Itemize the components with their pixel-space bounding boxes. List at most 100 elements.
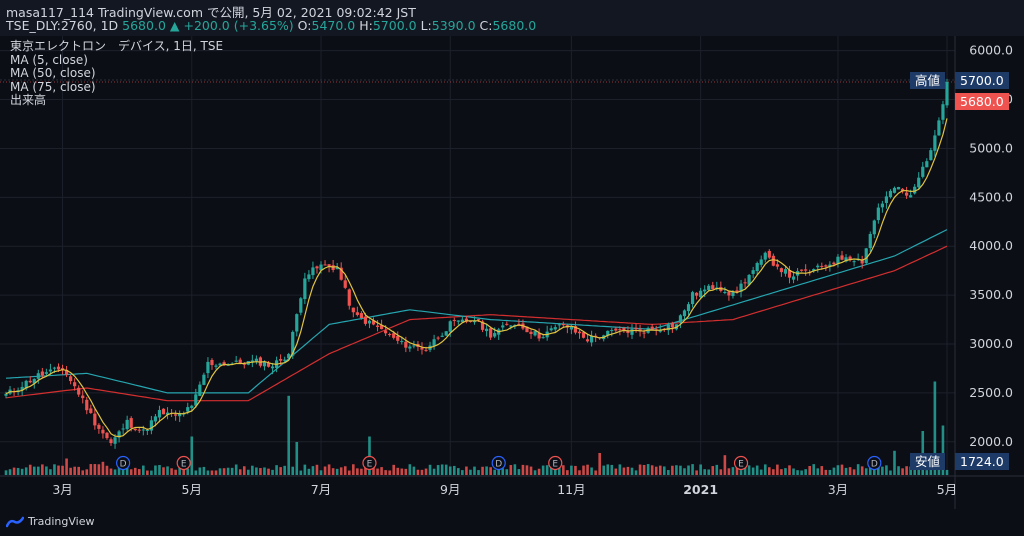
volume-bar [776,464,779,475]
volume-bar [198,467,202,475]
volume-bar [489,467,492,475]
volume-bar [283,465,286,475]
volume-bar [679,465,682,475]
legend-volume[interactable]: 出来高 [10,93,223,108]
legend-ma75[interactable]: MA (75, close) [10,80,223,95]
candle-body [303,278,307,300]
candle-body [109,439,113,444]
candle-body [493,333,497,337]
volume-bar [780,469,783,475]
candle-body [194,394,198,406]
candle-body [69,376,73,382]
candle-body [270,366,275,369]
volume-bar [190,436,194,475]
candle-body [347,289,351,306]
candle-body [476,319,481,321]
candle-body [81,395,85,399]
volume-bar [303,464,307,475]
volume-bar [299,470,303,475]
candle-body [783,269,788,274]
volume-bar [481,466,484,475]
volume-bar [667,470,670,475]
volume-bar [772,469,775,475]
candle-body [97,424,101,429]
legend-ma5[interactable]: MA (5, close) [10,53,223,68]
candle-body [614,328,618,331]
candle-body [129,418,133,428]
brand-name: TradingView [28,515,95,528]
volume-bar [53,464,56,475]
last-price-tag: 5680.0 [955,93,1009,110]
up-arrow-icon: ▲ [169,18,180,33]
candle-body [642,332,646,334]
legend-ma50[interactable]: MA (50, close) [10,66,223,81]
legend-title[interactable]: 東京エレクトロン デバイス, 1日, TSE [10,39,223,54]
candle-body [755,263,759,272]
volume-bar [755,465,759,475]
time-tick-label: 7月 [311,482,331,497]
volume-bar [796,470,799,475]
candle-body [711,285,715,290]
volume-bar [541,465,545,475]
volume-bar [41,464,44,475]
candle-body [933,135,937,151]
high-tag-label: 高値 [910,72,946,89]
candle-body [489,328,493,338]
price-change: +200.0 (+3.65%) [183,18,294,33]
volume-bar [533,470,537,475]
candle-body [670,323,674,328]
volume-bar [133,467,137,475]
volume-bar [881,466,884,475]
volume-bar [311,466,315,475]
volume-bar [137,469,141,475]
volume-bar [360,468,363,475]
price-tick-label: 4000.0 [969,238,1013,253]
volume-bar [20,468,24,475]
volume-bar [89,464,93,475]
candle-body [363,316,368,324]
candle-body [852,261,856,263]
candle-body [36,373,40,379]
event-marker-label: E [552,460,558,470]
volume-bar [113,469,117,475]
candle-body [791,276,796,280]
event-marker-label: E [181,460,187,470]
open-value: 5470.0 [311,18,356,33]
volume-bar [485,466,488,475]
candle-body [686,304,691,312]
volume-bar [461,470,464,475]
volume-bar [505,469,509,475]
volume-bar [618,464,622,475]
volume-bar [751,467,755,475]
volume-bar [885,465,888,475]
volume-bar [864,468,868,475]
volume-bar [339,467,343,475]
chart-header: masa117_114 TradingView.com で公開, 5月 02, … [0,0,1024,36]
price-chart[interactable]: DEEDEED 6000.05500.05000.04500.04000.035… [0,36,1024,536]
volume-bar [170,468,173,475]
volume-bar [824,469,828,475]
candle-body [581,332,586,338]
symbol-label[interactable]: TSE_DLY:2760, 1D [6,18,118,33]
volume-bar [8,469,12,475]
candle-body [634,327,638,330]
volume-bar [85,469,89,475]
volume-bar [242,466,246,475]
candle-body [682,310,687,317]
high-label: H: [359,18,373,33]
brand[interactable]: TradingView [6,515,94,528]
candle-body [351,307,355,313]
candle-body [56,366,61,370]
time-tick-label: 3月 [828,482,848,497]
candle-body [400,341,404,343]
candle-body [690,292,695,305]
volume-bar [788,465,791,475]
volume-bar [166,466,169,475]
volume-bar [848,467,852,475]
price-tick-label: 2000.0 [969,434,1013,449]
volume-bar [792,468,795,475]
volume-bar [630,467,634,475]
volume-bar [852,469,856,475]
chart-legend: 東京エレクトロン デバイス, 1日, TSE MA (5, close) MA … [10,39,223,108]
volume-bar [376,468,379,475]
